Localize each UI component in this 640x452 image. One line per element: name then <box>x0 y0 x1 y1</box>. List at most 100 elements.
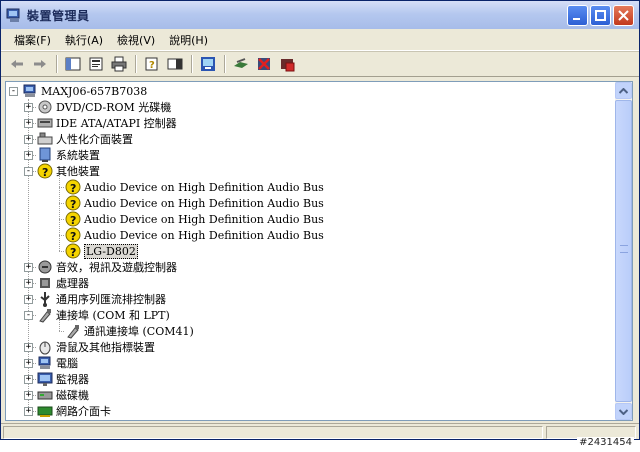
uninstall-icon <box>258 58 270 70</box>
tree-node-label: Audio Device on High Definition Audio Bu… <box>84 196 324 210</box>
tree-node-mouse[interactable]: 滑鼠及其他指標裝置 <box>37 339 155 355</box>
tree-node-other-devices[interactable]: ? 其他裝置 <box>37 163 100 179</box>
help-icon: ? <box>145 57 158 71</box>
expand-toggle[interactable]: + <box>24 279 33 288</box>
show-hide-button[interactable] <box>165 54 185 74</box>
disable-button[interactable] <box>277 54 297 74</box>
tree-node-monitors[interactable]: 監視器 <box>37 371 89 387</box>
unknown-icon: ? <box>65 211 81 227</box>
tree-node-computer-class[interactable]: 電腦 <box>37 355 78 371</box>
monitor-icon <box>37 371 53 387</box>
unknown-icon: ? <box>65 195 81 211</box>
device-tree-pane[interactable]: - MAXJ06-657B7038 + DVD/CD-ROM 光碟機 + IDE ATA/… <box>5 81 633 421</box>
tree-node-hid[interactable]: 人性化介面裝置 <box>37 131 133 147</box>
menu-bar: 檔案(F) 執行(A) 檢視(V) 說明(H) <box>1 29 639 51</box>
device-tree[interactable]: - MAXJ06-657B7038 + DVD/CD-ROM 光碟機 + IDE ATA/… <box>6 82 616 420</box>
menu-view[interactable]: 檢視(V) <box>110 30 162 50</box>
collapse-toggle[interactable]: - <box>9 87 18 96</box>
scroll-up-button[interactable] <box>615 82 632 99</box>
ide-icon <box>37 115 53 131</box>
computer-icon <box>22 83 38 99</box>
tree-node-label: 電腦 <box>56 357 78 370</box>
expand-toggle[interactable]: + <box>24 119 33 128</box>
menu-action[interactable]: 執行(A) <box>58 30 110 50</box>
scan-hardware-icon <box>201 57 215 71</box>
scroll-down-button[interactable] <box>615 403 632 420</box>
tree-node-audio-device-1[interactable]: ? Audio Device on High Definition Audio B… <box>65 179 324 195</box>
expand-toggle[interactable]: + <box>24 103 33 112</box>
tree-node-label: 通訊連接埠 (COM41) <box>84 325 194 338</box>
expand-toggle[interactable]: + <box>24 407 33 416</box>
tree-node-label: Audio Device on High Definition Audio Bu… <box>84 212 324 226</box>
tree-node-label: LG-D802 <box>84 243 138 259</box>
collapse-toggle[interactable]: - <box>24 311 33 320</box>
computer-icon <box>37 355 53 371</box>
minimize-icon <box>573 18 580 20</box>
svg-text:?: ? <box>70 214 76 227</box>
collapse-toggle[interactable]: - <box>24 167 33 176</box>
tree-node-sound[interactable]: 音效，視訊及遊戲控制器 <box>37 259 177 275</box>
properties-button[interactable] <box>86 54 106 74</box>
expand-toggle[interactable]: + <box>24 135 33 144</box>
tree-guide-line <box>59 219 64 220</box>
tree-node-ide[interactable]: IDE ATA/ATAPI 控制器 <box>37 115 177 131</box>
hid-icon <box>37 131 53 147</box>
update-driver-button[interactable] <box>231 54 251 74</box>
tree-node-ports[interactable]: 連接埠 (COM 和 LPT) <box>37 307 170 323</box>
unknown-icon: ? <box>65 243 81 259</box>
scroll-grip-icon <box>620 245 628 253</box>
tree-node-disk-drives[interactable]: 磁碟機 <box>37 387 89 403</box>
expand-toggle[interactable]: + <box>24 295 33 304</box>
menu-help[interactable]: 說明(H) <box>162 30 215 50</box>
tree-guide-line <box>59 187 64 188</box>
toolbar-separator <box>135 55 137 73</box>
update-driver-icon <box>234 58 248 68</box>
expand-toggle[interactable]: + <box>24 343 33 352</box>
svg-text:?: ? <box>70 182 76 195</box>
disable-icon <box>281 59 295 72</box>
expand-toggle[interactable]: + <box>24 375 33 384</box>
tree-node-audio-device-3[interactable]: ? Audio Device on High Definition Audio B… <box>65 211 324 227</box>
scan-hardware-button[interactable] <box>198 54 218 74</box>
tree-node-label: Audio Device on High Definition Audio Bu… <box>84 228 324 242</box>
tree-node-audio-device-2[interactable]: ? Audio Device on High Definition Audio B… <box>65 195 324 211</box>
expand-toggle[interactable]: + <box>24 263 33 272</box>
tree-node-dvd-cdrom[interactable]: DVD/CD-ROM 光碟機 <box>37 99 171 115</box>
close-icon <box>618 10 629 21</box>
menu-file[interactable]: 檔案(F) <box>7 30 58 50</box>
show-hide-icon <box>167 58 183 70</box>
uninstall-button[interactable] <box>254 54 274 74</box>
expand-toggle[interactable]: + <box>24 391 33 400</box>
tree-node-label: Audio Device on High Definition Audio Bu… <box>84 180 324 194</box>
tree-node-lg-d802[interactable]: ? LG-D802 <box>65 243 138 259</box>
back-button[interactable] <box>7 54 27 74</box>
tree-node-label: 處理器 <box>56 277 89 290</box>
console-tree-button[interactable] <box>63 54 83 74</box>
expand-toggle[interactable]: + <box>24 151 33 160</box>
svg-text:?: ? <box>70 230 76 243</box>
tree-node-processors[interactable]: 處理器 <box>37 275 89 291</box>
print-button[interactable] <box>109 54 129 74</box>
tree-node-label: MAXJ06-657B7038 <box>41 84 148 98</box>
tree-node-network[interactable]: 網路介面卡 <box>37 403 111 419</box>
title-bar[interactable]: 裝置管理員 <box>1 1 639 29</box>
tree-node-system-devices[interactable]: 系統裝置 <box>37 147 100 163</box>
tree-node-computer[interactable]: MAXJ06-657B7038 <box>22 83 147 99</box>
forward-arrow-icon <box>34 60 46 68</box>
svg-text:?: ? <box>149 60 155 71</box>
scroll-thumb[interactable] <box>615 100 632 402</box>
minimize-button[interactable] <box>567 5 588 26</box>
cpu-icon <box>37 275 53 291</box>
tree-node-audio-device-4[interactable]: ? Audio Device on High Definition Audio B… <box>65 227 324 243</box>
vertical-scrollbar[interactable] <box>615 82 632 420</box>
tree-guide-line <box>59 331 64 332</box>
forward-button[interactable] <box>30 54 50 74</box>
help-button[interactable]: ? <box>142 54 162 74</box>
tree-node-usb[interactable]: 通用序列匯流排控制器 <box>37 291 166 307</box>
usb-icon <box>37 291 53 307</box>
expand-toggle[interactable]: + <box>24 359 33 368</box>
close-button[interactable] <box>613 5 634 26</box>
tree-node-com41[interactable]: 通訊連接埠 (COM41) <box>65 323 194 339</box>
unknown-icon: ? <box>37 163 53 179</box>
maximize-button[interactable] <box>590 5 611 26</box>
